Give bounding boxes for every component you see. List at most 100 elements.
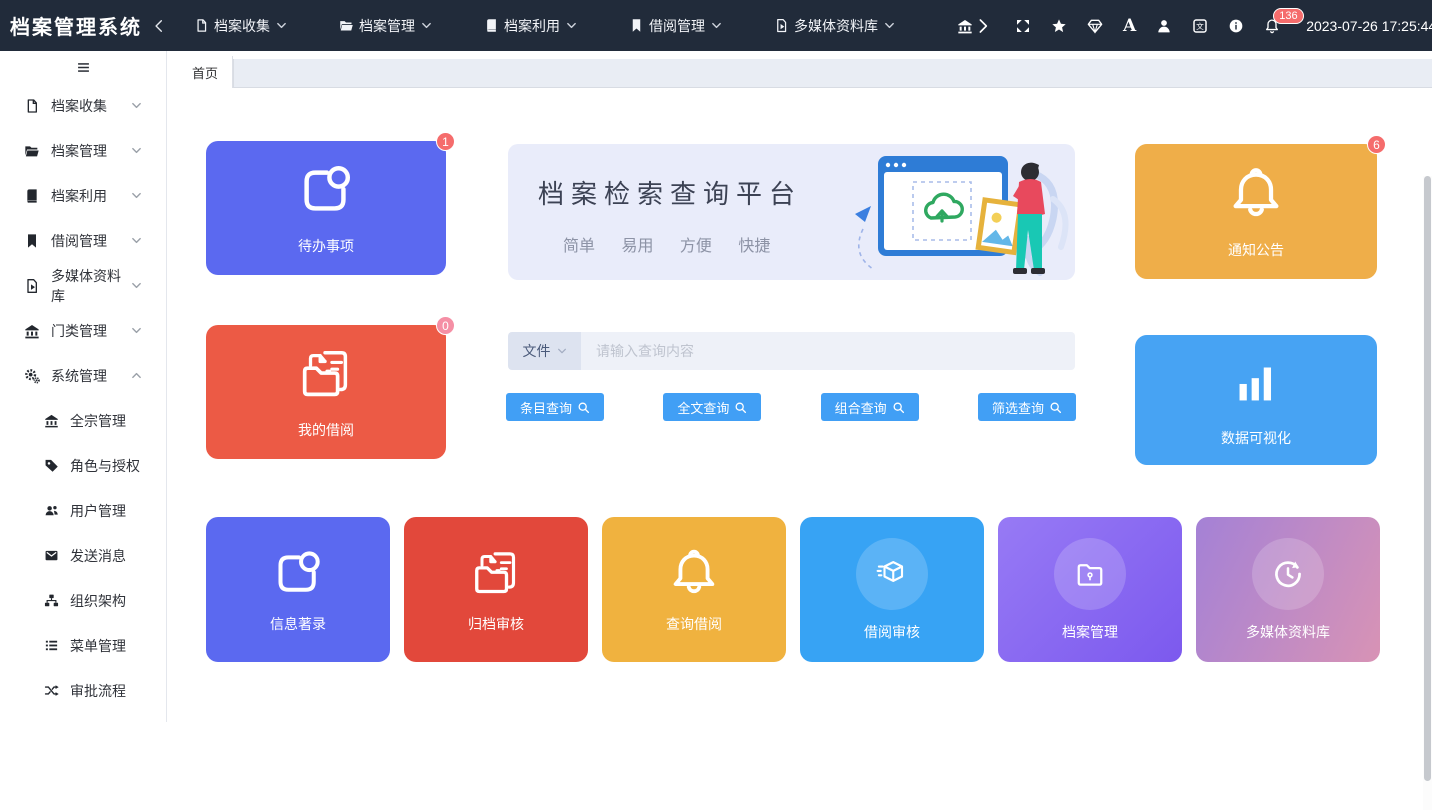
sidebar-subitem-fonds-manage[interactable]: 全宗管理 xyxy=(0,398,166,443)
nav-item-label: 多媒体资料库 xyxy=(794,16,878,36)
shortcut-borrow-review[interactable]: 借阅审核 xyxy=(800,517,984,662)
header-icon-group: A 136 xyxy=(947,16,1290,36)
font-size-icon[interactable]: A xyxy=(1123,16,1136,36)
sidebar-item-archive-collect[interactable]: 档案收集 xyxy=(0,83,166,128)
notice-count-badge: 6 xyxy=(1367,135,1386,154)
datetime-text: 2023-07-26 17:25:44 xyxy=(1306,18,1432,34)
sidebar-item-label: 组织架构 xyxy=(70,591,126,611)
main-area: 首页 待办事项 1 档案检索查询平台 简单 易用 方便 快捷 xyxy=(168,51,1432,722)
bookmark-icon xyxy=(629,18,644,33)
search-type-select[interactable]: 文件 xyxy=(508,332,581,370)
icon-circle xyxy=(1252,538,1324,610)
chevron-down-icon xyxy=(131,325,142,336)
folder-document-icon xyxy=(295,344,357,406)
sidebar-item-label: 档案管理 xyxy=(51,141,107,161)
media-file-icon xyxy=(24,278,40,294)
nav-item-borrow-manage[interactable]: 借阅管理 xyxy=(629,16,727,36)
tab-home[interactable]: 首页 xyxy=(178,56,233,88)
sidebar-item-label: 借阅管理 xyxy=(51,231,107,251)
filter-query-button[interactable]: 筛选查询 xyxy=(978,393,1076,421)
search-bar: 文件 xyxy=(508,332,1075,370)
sitemap-icon xyxy=(44,593,59,608)
folder-open-icon xyxy=(339,18,354,33)
search-input[interactable] xyxy=(581,332,1075,370)
gem-icon[interactable] xyxy=(1087,18,1103,34)
sidebar-item-label: 用户管理 xyxy=(70,501,126,521)
book-icon xyxy=(484,18,499,33)
sidebar-subitem-menu-manage[interactable]: 菜单管理 xyxy=(0,623,166,668)
nav-item-label: 档案收集 xyxy=(214,16,270,36)
chevron-down-icon xyxy=(557,346,567,356)
sidebar-item-label: 多媒体资料库 xyxy=(51,266,131,306)
bank-icon[interactable] xyxy=(957,18,973,34)
bell-icon xyxy=(666,546,722,602)
user-icon[interactable] xyxy=(1156,18,1172,34)
nav-item-archive-use[interactable]: 档案利用 xyxy=(484,16,582,36)
search-icon xyxy=(577,401,590,414)
sidebar-item-label: 菜单管理 xyxy=(70,636,126,656)
folder-document-icon xyxy=(468,546,524,602)
banner-subtitle: 简单 易用 方便 快捷 xyxy=(563,232,770,256)
card-label: 归档审核 xyxy=(468,614,524,634)
sidebar-item-label: 全宗管理 xyxy=(70,411,126,431)
shortcut-row: 信息著录 归档审核 查询借阅 借阅审核 档案管理 xyxy=(206,517,1394,662)
sidebar-item-category-manage[interactable]: 门类管理 xyxy=(0,308,166,353)
nav-overflow-arrow-icon[interactable] xyxy=(975,18,991,34)
sidebar-subitem-user-manage[interactable]: 用户管理 xyxy=(0,488,166,533)
translate-icon[interactable] xyxy=(1192,18,1208,34)
sidebar-subitem-roles-auth[interactable]: 角色与授权 xyxy=(0,443,166,488)
sidebar-item-borrow-manage[interactable]: 借阅管理 xyxy=(0,218,166,263)
search-icon xyxy=(892,401,905,414)
fulltext-query-button[interactable]: 全文查询 xyxy=(663,393,761,421)
shortcut-archive-manage[interactable]: 档案管理 xyxy=(998,517,1182,662)
todo-count-badge: 1 xyxy=(436,132,455,151)
bell-icon[interactable]: 136 xyxy=(1264,18,1280,34)
sidebar-item-label: 审批流程 xyxy=(70,681,126,701)
shortcut-archive-review[interactable]: 归档审核 xyxy=(404,517,588,662)
clipboard-icon xyxy=(270,546,326,602)
nav-item-archive-collect[interactable]: 档案收集 xyxy=(194,16,292,36)
fullscreen-icon[interactable] xyxy=(1015,18,1031,34)
tab-bar: 首页 xyxy=(168,51,1432,88)
card-label: 查询借阅 xyxy=(666,614,722,634)
sidebar-item-archive-manage[interactable]: 档案管理 xyxy=(0,128,166,173)
star-icon[interactable] xyxy=(1051,18,1067,34)
folder-open-icon xyxy=(24,143,40,159)
nav-item-label: 借阅管理 xyxy=(649,16,705,36)
sidebar-item-label: 系统管理 xyxy=(51,366,107,386)
file-icon xyxy=(194,18,209,33)
tab-bar-filler xyxy=(233,59,1432,88)
shortcut-query-borrow[interactable]: 查询借阅 xyxy=(602,517,786,662)
sidebar-item-multimedia[interactable]: 多媒体资料库 xyxy=(0,263,166,308)
entry-query-button[interactable]: 条目查询 xyxy=(506,393,604,421)
tag-icon xyxy=(44,458,59,473)
notice-card[interactable]: 通知公告 6 xyxy=(1135,144,1377,279)
chevron-down-icon xyxy=(131,235,142,246)
scrollbar-thumb[interactable] xyxy=(1424,176,1431,781)
combined-query-button[interactable]: 组合查询 xyxy=(821,393,919,421)
icon-circle xyxy=(856,538,928,610)
sidebar-item-system-manage[interactable]: 系统管理 xyxy=(0,353,166,398)
shuffle-icon xyxy=(44,683,59,698)
shortcut-info-entry[interactable]: 信息著录 xyxy=(206,517,390,662)
todo-card[interactable]: 待办事项 1 xyxy=(206,141,446,275)
nav-item-archive-manage[interactable]: 档案管理 xyxy=(339,16,437,36)
envelope-icon xyxy=(44,548,59,563)
info-icon[interactable] xyxy=(1228,18,1244,34)
sidebar-subitem-approval-flow[interactable]: 审批流程 xyxy=(0,668,166,713)
sidebar-subitem-send-message[interactable]: 发送消息 xyxy=(0,533,166,578)
scrollbar-track[interactable] xyxy=(1423,176,1432,810)
gears-icon xyxy=(24,368,40,384)
chevron-down-icon xyxy=(421,20,432,31)
my-borrow-card[interactable]: 我的借阅 0 xyxy=(206,325,446,459)
shortcut-multimedia-library[interactable]: 多媒体资料库 xyxy=(1196,517,1380,662)
nav-item-label: 档案利用 xyxy=(504,16,560,36)
sidebar-subitem-org-structure[interactable]: 组织架构 xyxy=(0,578,166,623)
sidebar-item-archive-use[interactable]: 档案利用 xyxy=(0,173,166,218)
hamburger-menu-icon[interactable] xyxy=(0,51,166,83)
collapse-sidebar-icon[interactable] xyxy=(152,19,166,33)
clipboard-icon xyxy=(295,160,357,222)
nav-item-multimedia[interactable]: 多媒体资料库 xyxy=(774,16,900,36)
data-visualization-card[interactable]: 数据可视化 xyxy=(1135,335,1377,465)
chevron-down-icon xyxy=(276,20,287,31)
